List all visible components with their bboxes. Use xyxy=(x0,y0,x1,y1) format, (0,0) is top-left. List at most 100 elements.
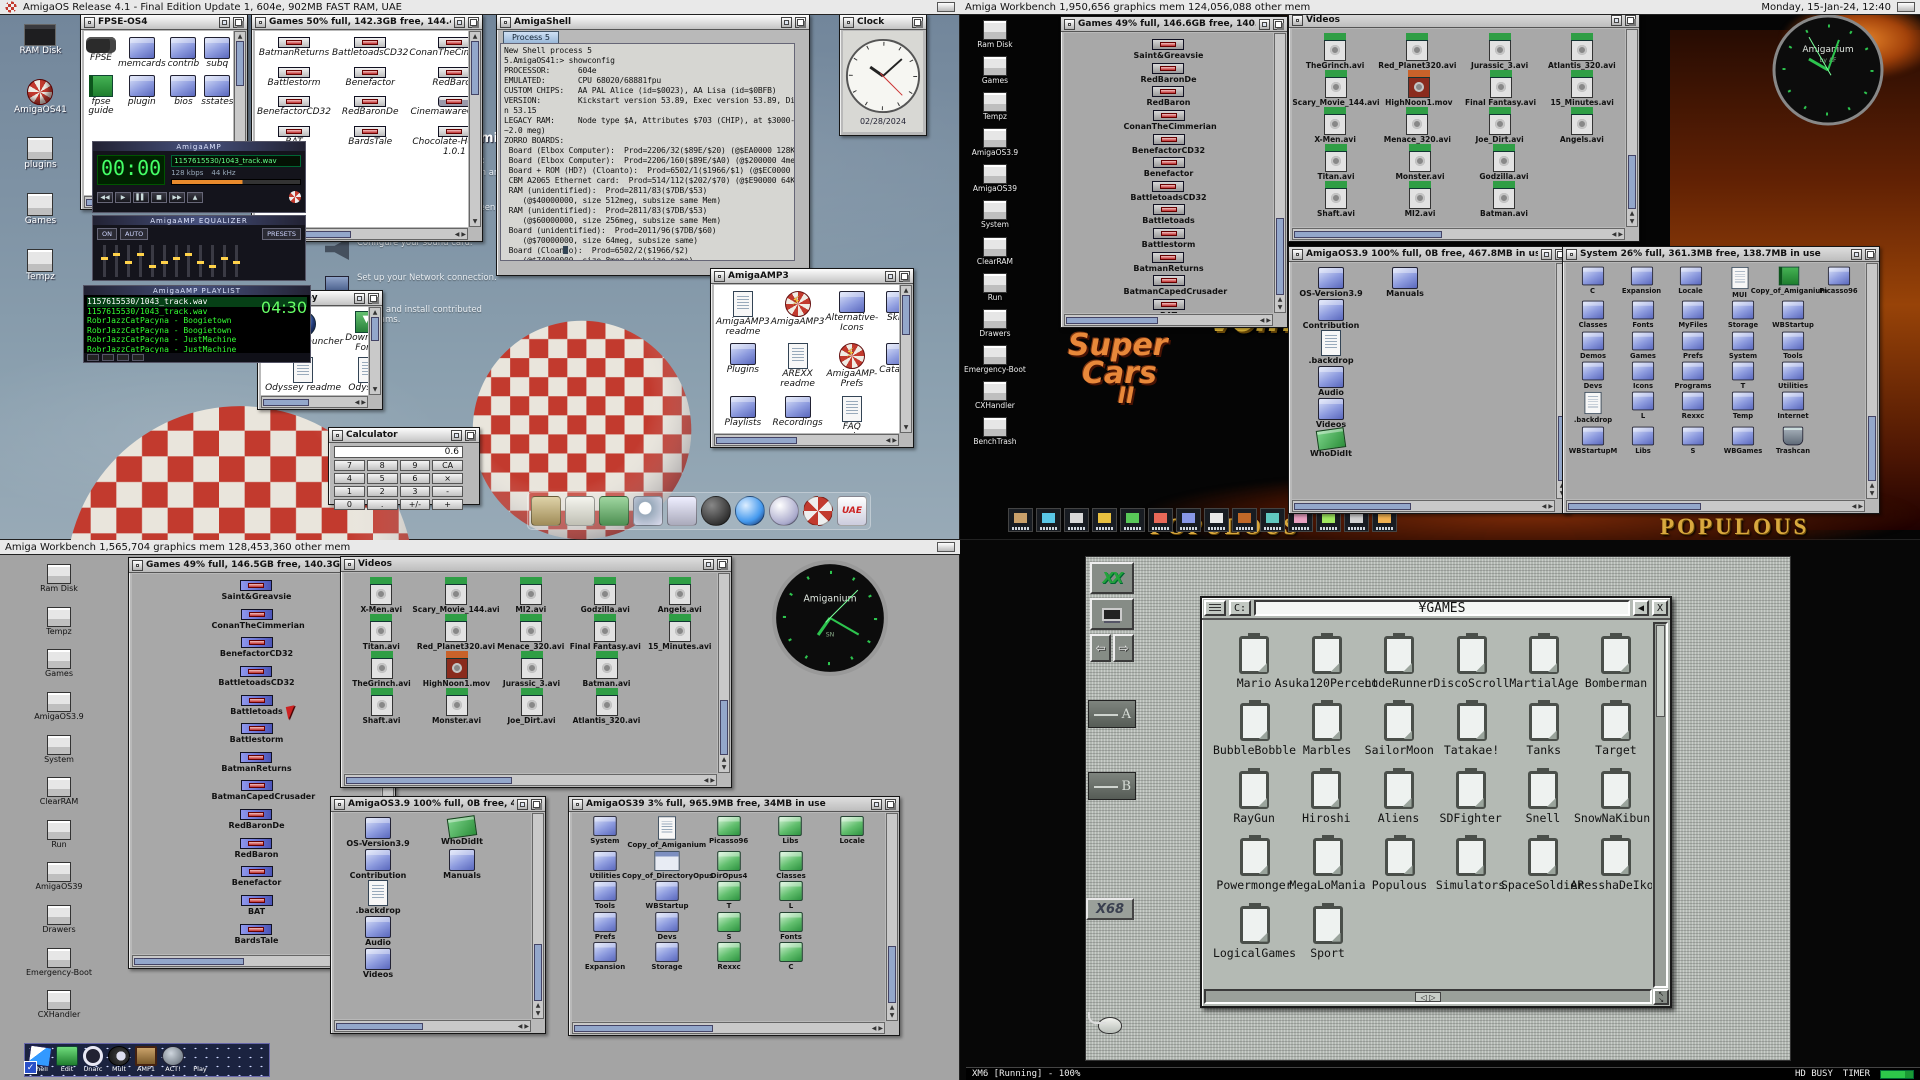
game-item[interactable]: BatmanReturns xyxy=(1133,252,1203,274)
video-file[interactable]: Atlantis_320.avi xyxy=(1541,33,1623,70)
video-file[interactable]: Shaft.avi xyxy=(1294,181,1378,218)
file-icon[interactable]: Copy_of_Amiganium xyxy=(1764,265,1814,299)
file-icon[interactable]: L xyxy=(760,880,822,911)
desktop-icon[interactable]: System xyxy=(26,735,92,765)
file-icon[interactable]: Demos xyxy=(1568,330,1618,360)
video-file[interactable]: Angels.avi xyxy=(643,577,718,614)
games-titlebar[interactable]: Games 50% full, 142.3GB free, 144.4GB in… xyxy=(252,15,482,30)
game-item[interactable]: RedBaronDe xyxy=(228,809,284,831)
file-icon[interactable]: WBStartupM xyxy=(1568,425,1618,455)
file-icon[interactable]: Trashcan xyxy=(1768,425,1818,455)
file-icon[interactable]: .backdrop xyxy=(336,880,420,916)
game-file[interactable]: BubbleBobble xyxy=(1218,703,1291,756)
file-icon[interactable]: T xyxy=(698,880,760,911)
video-file[interactable]: HighNoon1.mov xyxy=(1378,70,1460,107)
game-item[interactable]: Battlestorm xyxy=(230,723,284,745)
file-icon[interactable]: Utilities xyxy=(1768,360,1818,390)
dock-icon[interactable] xyxy=(1260,508,1285,532)
file-icon[interactable]: Tools xyxy=(574,880,636,911)
dock-icon[interactable] xyxy=(735,496,765,526)
desktop-icon[interactable]: BenchTrash xyxy=(964,417,1026,446)
desktop-icon[interactable]: AmigaOS3.9 xyxy=(26,692,92,722)
file-icon[interactable]: Programs xyxy=(1668,360,1718,390)
dock-icon[interactable] xyxy=(1064,508,1089,532)
pause-button[interactable]: ▌▌ xyxy=(133,192,149,203)
calc-key[interactable]: 7 xyxy=(334,460,365,471)
video-file[interactable]: 15_Minutes.avi xyxy=(643,614,718,651)
desktop-icon[interactable]: Run xyxy=(26,820,92,850)
file-icon[interactable]: memcards xyxy=(118,37,166,70)
file-icon[interactable]: fpse guide xyxy=(86,75,116,117)
game-file[interactable]: Marbles xyxy=(1291,703,1363,756)
file-icon[interactable]: Skins xyxy=(886,291,899,324)
vertical-scrollbar[interactable]: ▲▼ xyxy=(369,307,381,395)
calc-key[interactable]: 8 xyxy=(367,460,398,471)
video-file[interactable]: HighNoon1.mov xyxy=(419,651,494,688)
video-file[interactable]: Final Fantasy.avi xyxy=(568,614,643,651)
game-file-icon[interactable]: Chocolate-Heretic-1.0.1 xyxy=(409,126,468,157)
game-file[interactable]: Populous xyxy=(1364,838,1435,891)
horizontal-scrollbar[interactable]: ◀▶ xyxy=(344,774,717,786)
desktop-icon[interactable]: Emergency-Boot xyxy=(26,948,92,978)
close-gadget[interactable] xyxy=(843,17,854,28)
resize-grip[interactable]: ↖↘ xyxy=(1653,989,1669,1005)
dock-icon[interactable] xyxy=(1036,508,1061,532)
desktop-icon[interactable]: Run xyxy=(964,273,1026,302)
dock-icon[interactable] xyxy=(1148,508,1173,532)
zoom-gadget[interactable] xyxy=(885,271,896,282)
scroll-arrows[interactable]: ◁ ▷ xyxy=(1415,992,1441,1002)
vertical-scrollbar[interactable]: ▲▼ xyxy=(532,813,544,1019)
vertical-scrollbar[interactable]: ▲▼ xyxy=(1626,29,1638,227)
file-icon[interactable]: Picasso96 xyxy=(1814,265,1863,299)
desktop-icon[interactable]: Games xyxy=(26,649,92,679)
close-gadget[interactable] xyxy=(1566,249,1577,260)
vertical-scrollbar[interactable]: ▲▼ xyxy=(886,813,898,1021)
game-item[interactable]: BatmanCapedCrusader xyxy=(212,780,302,802)
file-icon[interactable]: Classes xyxy=(760,850,822,881)
file-icon[interactable]: MyFiles xyxy=(1668,299,1718,329)
close-gadget[interactable] xyxy=(332,430,343,441)
dock-icon[interactable] xyxy=(667,496,697,526)
file-icon[interactable]: Copy_of_Amiganium xyxy=(636,815,698,850)
game-file-icon[interactable]: ConanTheCimmerian xyxy=(409,37,468,59)
desktop-icon[interactable]: AmigaOS39 xyxy=(26,862,92,892)
file-icon[interactable]: C xyxy=(1568,265,1617,299)
video-file[interactable]: 15_Minutes.avi xyxy=(1541,70,1623,107)
game-file[interactable]: Snell xyxy=(1507,771,1579,824)
dock-tool[interactable]: Play xyxy=(189,1046,211,1073)
eq-on-button[interactable]: ON xyxy=(97,228,117,240)
game-file[interactable]: DiscoScroll xyxy=(1435,636,1508,689)
desktop-icon[interactable]: Ram Disk xyxy=(26,564,92,594)
file-icon[interactable]: Rexxc xyxy=(1668,390,1718,424)
game-file[interactable]: SnowNaKibun! xyxy=(1579,771,1652,824)
file-icon[interactable]: subq xyxy=(204,37,230,70)
amp-titlebar[interactable]: AmigaAMP xyxy=(93,142,305,151)
dock-tool[interactable]: Unarc xyxy=(83,1046,103,1073)
checkmark-icon[interactable]: ✓ xyxy=(24,1061,37,1074)
game-file[interactable]: Hiroshi xyxy=(1290,771,1362,824)
depth-gadget[interactable] xyxy=(368,293,379,304)
dock-icon[interactable] xyxy=(1232,508,1257,532)
file-icon[interactable]: Classes xyxy=(1568,299,1618,329)
file-icon[interactable]: S xyxy=(698,911,760,942)
file-icon[interactable]: FPSE xyxy=(86,37,116,64)
screen-depth-gadget[interactable] xyxy=(937,2,955,12)
vertical-scrollbar[interactable]: ▲▼ xyxy=(469,31,481,227)
screen-depth-gadget[interactable] xyxy=(937,542,955,552)
eq-titlebar[interactable]: AmigaAMP EQUALIZER xyxy=(93,216,305,225)
zoom-gadget[interactable] xyxy=(517,799,528,810)
calc-key[interactable]: 6 xyxy=(400,473,431,484)
dock-icon[interactable] xyxy=(565,496,595,526)
game-file[interactable]: Sport xyxy=(1291,906,1364,959)
file-icon[interactable]: Plugins xyxy=(727,343,759,376)
game-item[interactable]: Saint&Greavsie xyxy=(1134,39,1204,61)
file-icon[interactable]: Copy_of_DirectoryOpus xyxy=(636,850,698,881)
menubar[interactable]: Amiga Workbench 1,565,704 graphics mem 1… xyxy=(0,540,960,555)
game-item[interactable]: BenefactorCD32 xyxy=(220,637,293,659)
file-icon[interactable]: FAQ readme xyxy=(825,396,878,433)
game-file-icon[interactable]: BardsTale xyxy=(348,126,392,148)
games-titlebar[interactable]: Games 49% full, 146.6GB free, 140.3GB in… xyxy=(1061,17,1287,32)
file-icon[interactable]: WBStartup xyxy=(1768,299,1818,329)
game-file[interactable]: RayGun xyxy=(1218,771,1290,824)
game-item[interactable]: Battletoads xyxy=(230,695,283,717)
